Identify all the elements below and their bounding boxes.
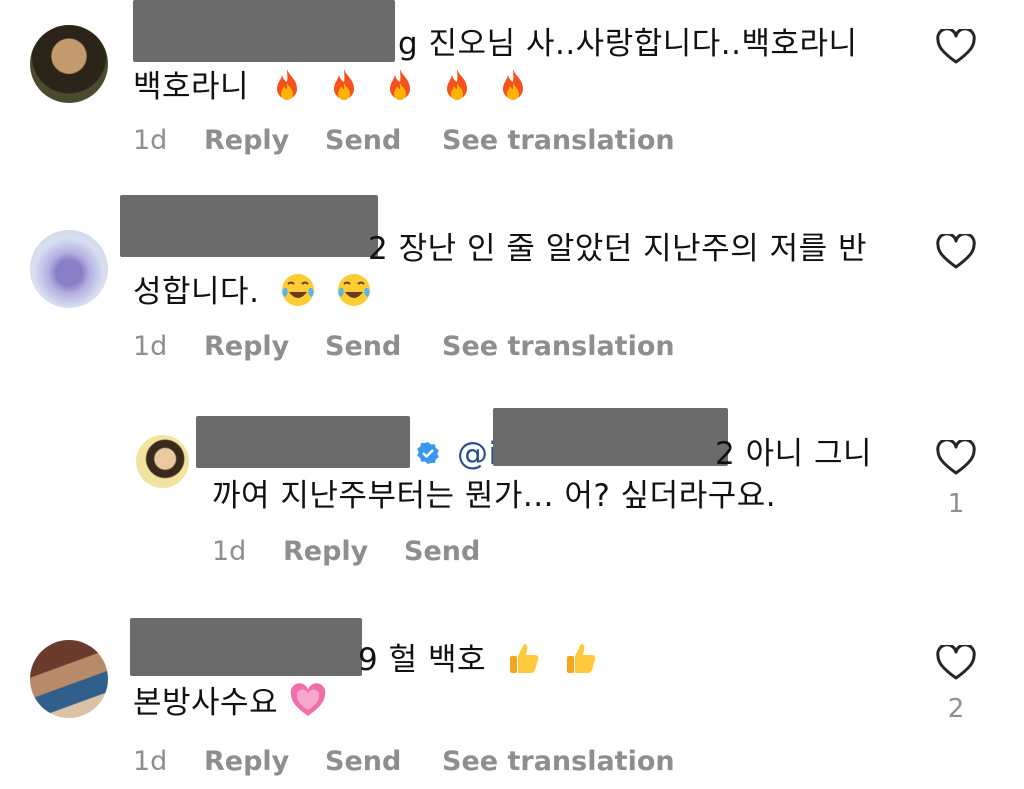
reply-button[interactable]: Reply [204,330,289,364]
see-translation-button[interactable]: See translation [442,330,675,364]
comment-text-line-1: g 진오님 사..사랑합니다..백호라니 [398,26,858,62]
comment-text: 본방사수요 [133,685,279,721]
like-count: 1 [947,489,965,519]
send-button[interactable]: Send [325,330,401,364]
redacted-username [120,195,378,257]
redacted-mention [493,408,728,466]
comment-text: 9 헐 백호 [358,642,486,678]
tears-of-joy-emoji [281,274,314,306]
send-button[interactable]: Send [325,124,401,158]
redacted-username [196,416,410,468]
redacted-username [130,618,362,676]
comment-age: 1d [212,536,247,567]
heart-outline-icon[interactable] [936,234,976,270]
reply-button[interactable]: Reply [204,124,289,158]
comment-text: 성합니다. [133,274,260,310]
avatar[interactable] [136,435,189,488]
send-button[interactable]: Send [325,745,401,779]
thumbs-up-emoji [566,644,596,673]
avatar[interactable] [30,25,108,103]
comment-text-line-2: 본방사수요 [133,683,326,723]
fire-emoji [277,69,298,100]
reply-button[interactable]: Reply [204,745,289,779]
comment-actions: 1d Reply Send See translation [133,330,733,364]
comment-text-line-1: 2 아니 그니 [715,436,873,472]
fire-emoji [390,69,411,100]
comment-text: 백호라니 [133,69,250,105]
comment-actions: 1d Reply Send See translation [133,745,733,779]
comment-text-line-2: 까여 지난주부터는 뭔가... 어? 싶더라구요. [212,478,777,514]
heart-outline-icon[interactable] [936,29,976,65]
comment-text-line-1: 9 헐 백호 [358,640,599,680]
avatar[interactable] [30,230,108,308]
see-translation-button[interactable]: See translation [442,745,675,779]
fire-emoji [446,69,467,100]
growing-heart-emoji [291,683,326,716]
comment-text-line-2: 백호라니 [133,67,531,107]
fire-emoji [333,69,354,100]
mention-link[interactable]: @i [457,434,498,474]
comment-age: 1d [133,125,168,156]
heart-outline-icon[interactable] [936,440,976,476]
comment-text-line-1: 2 장난 인 줄 알았던 지난주의 저를 반 [368,231,867,267]
heart-outline-icon[interactable] [936,645,976,681]
comment-age: 1d [133,331,168,362]
comment-text-line-2: 성합니다. [133,272,372,312]
tears-of-joy-emoji [338,274,371,306]
comment-age: 1d [133,746,168,777]
redacted-username [133,0,395,62]
thumbs-up-emoji [510,644,539,673]
avatar[interactable] [30,640,108,718]
comment-actions: 1d Reply Send See translation [133,124,733,158]
see-translation-button[interactable]: See translation [442,124,675,158]
verified-badge-icon [417,442,439,464]
reply-button[interactable]: Reply [283,535,368,569]
fire-emoji [502,69,523,100]
like-count: 2 [947,694,965,724]
send-button[interactable]: Send [404,535,480,569]
comment-actions: 1d Reply Send [212,535,612,569]
